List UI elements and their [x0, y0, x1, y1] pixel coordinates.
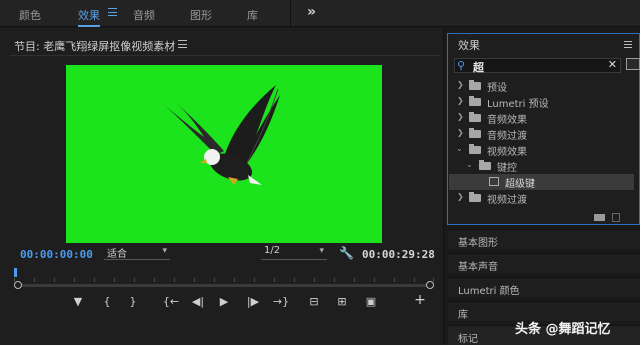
- tree-item-audio-transitions[interactable]: ❯ 音频过渡: [449, 126, 634, 142]
- search-icon: ⚲: [457, 59, 466, 72]
- tree-item-label: 音频过渡: [487, 131, 527, 142]
- tree-item-label: 视频过渡: [487, 195, 527, 206]
- active-tab-indicator: [78, 25, 100, 27]
- panel-lumetri-color[interactable]: Lumetri 颜色: [448, 277, 640, 297]
- workspace-tab-libraries[interactable]: 库: [247, 7, 258, 23]
- video-frame[interactable]: [66, 65, 382, 243]
- watermark-text: 头条 @舞蹈记忆: [515, 322, 611, 337]
- chevron-down-icon[interactable]: ⌄: [466, 160, 473, 169]
- effect-icon: [489, 177, 499, 186]
- add-marker-button[interactable]: ▼: [69, 295, 87, 308]
- overwrite-button[interactable]: ⊞: [333, 295, 351, 308]
- panel-essential-graphics[interactable]: 基本图形: [448, 229, 640, 249]
- effects-panel-title[interactable]: 效果: [458, 37, 480, 53]
- current-timecode[interactable]: 00:00:00:00: [20, 248, 93, 261]
- clear-search-icon[interactable]: ✕: [608, 58, 617, 71]
- folder-icon: [469, 112, 481, 122]
- effects-tree: ❯ 预设 ❯ Lumetri 预设 ❯ 音频效果 ❯ 音频过渡 ⌄ 视频效果 ⌄…: [449, 78, 634, 206]
- wrench-icon[interactable]: 🔧: [339, 246, 354, 260]
- tree-item-keying[interactable]: ⌄ 键控: [449, 158, 634, 174]
- trash-icon[interactable]: [612, 213, 620, 222]
- chevron-right-icon[interactable]: ❯: [457, 192, 464, 201]
- time-ruler[interactable]: [14, 270, 434, 282]
- effects-search-input[interactable]: ⚲ 超 ✕: [454, 58, 621, 74]
- folder-icon: [479, 160, 491, 170]
- tree-item-ultra-key[interactable]: 超级键: [449, 174, 634, 190]
- tree-item-lumetri-presets[interactable]: ❯ Lumetri 预设: [449, 94, 634, 110]
- duration-timecode: 00:00:29:28: [362, 248, 435, 261]
- folder-icon: [469, 80, 481, 90]
- search-value: 超: [473, 61, 484, 74]
- step-back-button[interactable]: ◀|: [188, 295, 208, 308]
- insert-button[interactable]: ⊟: [305, 295, 323, 308]
- folder-icon: [469, 192, 481, 202]
- panel-essential-sound[interactable]: 基本声音: [448, 253, 640, 273]
- tree-item-audio-effects[interactable]: ❯ 音频效果: [449, 110, 634, 126]
- workspace-tab-color[interactable]: 颜色: [19, 7, 41, 23]
- folder-icon: [469, 128, 481, 138]
- tree-item-label: 音频效果: [487, 115, 527, 126]
- tree-item-label: 超级键: [505, 179, 535, 190]
- monitor-title-divider: [10, 55, 440, 56]
- zoom-level-value: 适合: [107, 249, 127, 260]
- step-forward-button[interactable]: |▶: [243, 295, 263, 308]
- workspace-menu-icon[interactable]: [108, 8, 117, 16]
- eagle-image: [162, 85, 280, 185]
- playback-resolution-select[interactable]: 1/2 ▾: [261, 245, 327, 260]
- workspace-tab-graphics[interactable]: 图形: [190, 7, 212, 23]
- chevron-right-icon[interactable]: ❯: [457, 112, 464, 121]
- folder-icon: [469, 96, 481, 106]
- monitor-title[interactable]: 节目: 老鹰飞翔绿屏抠像视频素材: [14, 38, 175, 54]
- workspace-divider: [290, 0, 291, 27]
- chevron-right-icon[interactable]: ❯: [457, 80, 464, 89]
- tree-item-presets[interactable]: ❯ 预设: [449, 78, 634, 94]
- tree-item-label: 键控: [497, 163, 517, 174]
- workspace-tab-effects[interactable]: 效果: [78, 7, 100, 23]
- playback-resolution-value: 1/2: [264, 245, 281, 256]
- add-button[interactable]: +: [411, 292, 429, 308]
- tree-item-label: 预设: [487, 83, 507, 94]
- export-frame-button[interactable]: ▣: [362, 295, 380, 308]
- more-workspaces-icon[interactable]: »: [307, 4, 316, 20]
- tree-item-video-transitions[interactable]: ❯ 视频过渡: [449, 190, 634, 206]
- workspace-bar: 颜色 效果 音频 图形 库 »: [0, 0, 640, 27]
- monitor-menu-icon[interactable]: [178, 40, 187, 48]
- tree-item-label: 视频效果: [487, 147, 527, 158]
- workspace-tab-audio[interactable]: 音频: [133, 7, 155, 23]
- folder-icon: [469, 144, 481, 154]
- chevron-down-icon[interactable]: ⌄: [456, 144, 463, 153]
- new-bin-icon[interactable]: [594, 214, 605, 221]
- program-monitor: 节目: 老鹰飞翔绿屏抠像视频素材 00:00:00:00 适合 ▾ 1/2 ▾ …: [0, 28, 444, 345]
- play-button[interactable]: ▶: [215, 295, 233, 308]
- chevron-down-icon: ▾: [319, 246, 324, 256]
- tree-item-label: Lumetri 预设: [487, 99, 549, 110]
- go-to-out-button[interactable]: →}: [270, 295, 292, 308]
- go-to-in-button[interactable]: {←: [160, 295, 182, 308]
- effects-menu-icon[interactable]: [624, 41, 632, 48]
- scrollbar-end-handle[interactable]: [426, 281, 434, 289]
- chevron-right-icon[interactable]: ❯: [457, 128, 464, 137]
- chevron-right-icon[interactable]: ❯: [457, 96, 464, 105]
- zoom-level-select[interactable]: 适合 ▾: [104, 245, 170, 260]
- preset-bin-icon[interactable]: [626, 58, 640, 70]
- effects-panel: 效果 ⚲ 超 ✕ ❯ 预设 ❯ Lumetri 预设 ❯ 音频效果 ❯ 音频过渡…: [447, 33, 640, 225]
- mark-out-button[interactable]: }: [124, 295, 142, 308]
- chevron-down-icon: ▾: [162, 246, 167, 256]
- mark-in-button[interactable]: {: [98, 295, 116, 308]
- zoom-scrollbar[interactable]: [18, 284, 430, 287]
- playhead[interactable]: [14, 268, 17, 277]
- scrollbar-start-handle[interactable]: [14, 281, 22, 289]
- tree-item-video-effects[interactable]: ⌄ 视频效果: [449, 142, 634, 158]
